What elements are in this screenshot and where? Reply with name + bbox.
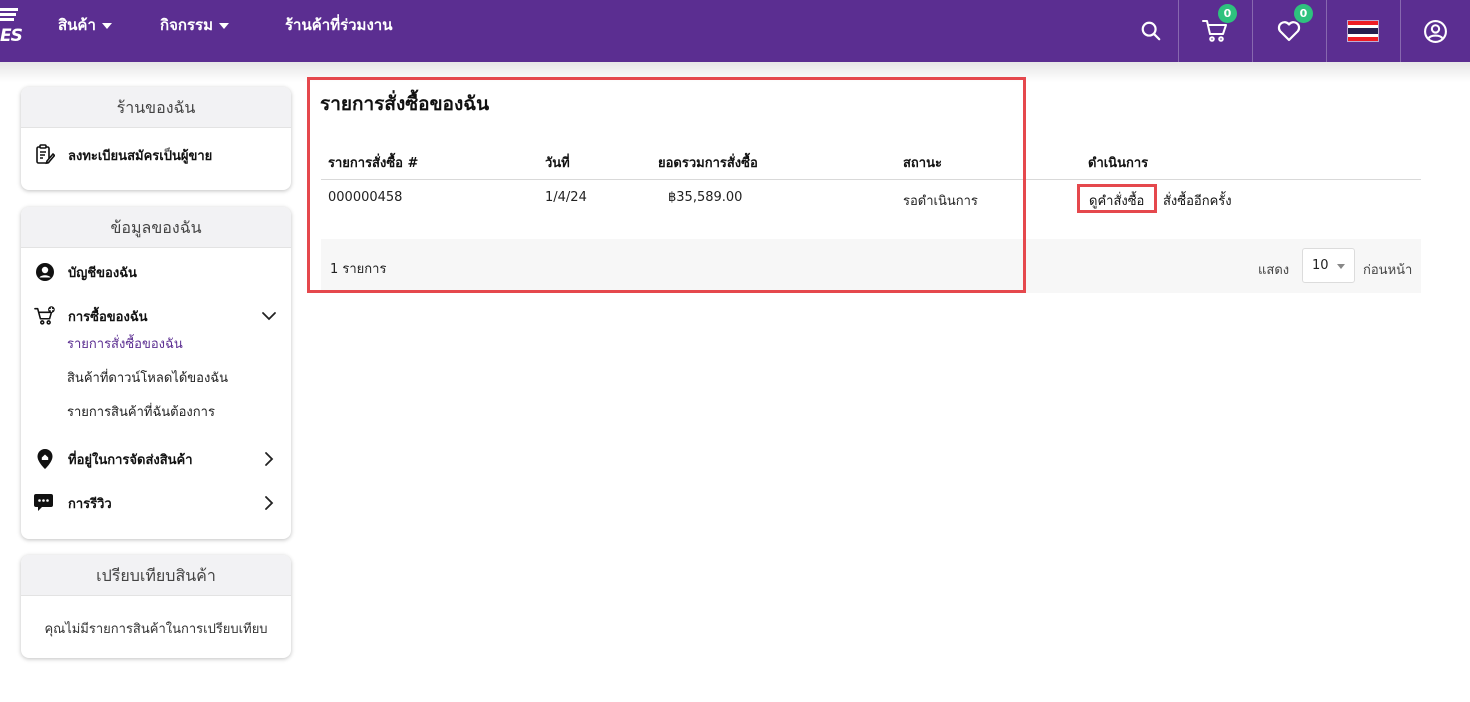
nav-partner-stores[interactable]: ร้านค้าที่ร่วมงาน [285,0,392,50]
sidebar-item-my-account[interactable]: บัญชีของฉัน [21,257,291,287]
sidebar-subitem-downloadable-products[interactable]: สินค้าที่ดาวน์โหลดได้ของฉัน [67,367,228,388]
chevron-down-icon [1337,264,1345,269]
chevron-right-icon [265,452,274,466]
sidebar-item-label: ลงทะเบียนสมัครเป็นผู้ขาย [68,148,213,164]
chevron-down-icon [101,22,112,29]
column-header-order-total: ยอดรวมการสั่งซื้อ [658,156,758,171]
sidebar-item-label: ที่อยู่ในการจัดส่งสินค้า [68,452,193,468]
order-total: ฿35,589.00 [668,190,743,205]
view-order-link[interactable]: ดูคำสั่งซื้อ [1089,190,1144,211]
cart-button[interactable] [1178,0,1252,62]
column-header-date: วันที่ [545,156,570,171]
search-icon [1141,21,1161,41]
sidebar-item-reviews[interactable]: การรีวิว [21,488,291,518]
per-page-value: 10 [1312,258,1329,273]
nav-products[interactable]: สินค้า [58,0,112,50]
logo[interactable]: ES [0,8,23,46]
sidebar-item-label: บัญชีของฉัน [68,265,137,281]
account-icon [34,261,56,283]
language-selector[interactable] [1326,0,1400,62]
nav-products-label: สินค้า [58,16,96,34]
order-number: 000000458 [328,190,403,205]
register-seller-icon [34,144,56,166]
user-icon [1423,19,1447,43]
sidebar-item-shipping-address[interactable]: ที่อยู่ในการจัดส่งสินค้า [21,444,291,474]
nav-partner-stores-label: ร้านค้าที่ร่วมงาน [285,16,393,34]
flag-stripe [1348,37,1378,41]
sidebar-subitem-my-orders[interactable]: รายการสั่งซื้อของฉัน [67,333,183,354]
per-page-label: แสดง [1258,263,1290,278]
chevron-down-icon [262,312,276,321]
sidebar-item-label: การรีวิว [68,496,112,512]
my-store-card: ร้านของฉัน ลงทะเบียนสมัครเป็นผู้ขาย [21,87,291,190]
sidebar-item-my-purchases[interactable]: การซื้อของฉัน [21,301,291,331]
page-title: รายการสั่งซื้อของฉัน [320,93,490,115]
my-store-title: ร้านของฉัน [21,87,291,128]
table-header-divider [321,179,1421,180]
sidebar-subitem-wishlist[interactable]: รายการสินค้าที่ฉันต้องการ [67,401,215,422]
sidebar-item-register-seller[interactable]: ลงทะเบียนสมัครเป็นผู้ขาย [21,140,291,170]
compare-title: เปรียบเทียบสินค้า [21,555,291,596]
per-page-select[interactable]: 10 [1302,248,1355,283]
chevron-down-icon [218,22,229,29]
logo-text: ES [0,26,23,46]
compare-empty-message: คุณไม่มีรายการสินค้าในการเปรียบเทียบ [44,622,268,637]
order-status: รอดำเนินการ [903,194,978,209]
column-header-actions: ดำเนินการ [1088,156,1149,171]
top-navbar: ES สินค้า กิจกรรม ร้านค้าที่ร่วมงาน 0 0 [0,0,1470,62]
table-footer [321,239,1421,293]
search-button[interactable] [1114,0,1188,62]
heart-icon [1277,21,1301,42]
cart-count-badge: 0 [1218,4,1237,23]
item-count: 1 รายการ [330,262,387,277]
header-shadow [0,62,1470,82]
nav-activities-label: กิจกรรม [160,16,213,34]
column-header-status: สถานะ [903,156,942,171]
chevron-right-icon [265,496,274,510]
my-info-title: ข้อมูลของฉัน [21,207,291,248]
reorder-link[interactable]: สั่งซื้ออีกครั้ง [1163,190,1232,211]
review-chat-icon [34,492,56,514]
account-button[interactable] [1400,0,1470,62]
column-header-order-no: รายการสั่งซื้อ # [328,156,419,171]
nav-activities[interactable]: กิจกรรม [160,0,229,50]
previous-page-label[interactable]: ก่อนหน้า [1363,259,1412,280]
sidebar-item-label: การซื้อของฉัน [68,309,148,325]
my-info-card: ข้อมูลของฉัน บัญชีของฉัน การซื้อของฉัน ร… [21,207,291,539]
order-date: 1/4/24 [545,190,587,205]
thai-flag-icon [1347,20,1379,42]
compare-card: เปรียบเทียบสินค้า คุณไม่มีรายการสินค้าใน… [21,555,291,658]
wishlist-button[interactable] [1252,0,1326,62]
location-pin-icon [34,448,56,470]
wishlist-count-badge: 0 [1294,4,1313,23]
cart-add-icon [34,305,56,327]
